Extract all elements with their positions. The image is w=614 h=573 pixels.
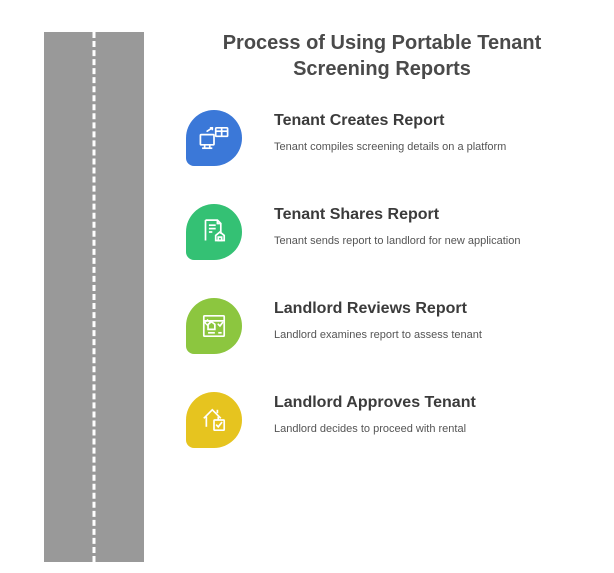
monitor-transfer-icon	[197, 121, 231, 155]
house-check-icon	[197, 403, 231, 437]
step-heading: Tenant Creates Report	[274, 112, 506, 130]
steps-list: Tenant Creates Report Tenant compiles sc…	[170, 110, 594, 448]
road-graphic	[44, 32, 144, 562]
content-area: Process of Using Portable Tenant Screeni…	[170, 30, 594, 448]
step-item: Landlord Reviews Report Landlord examine…	[186, 298, 594, 354]
step-badge	[186, 298, 242, 354]
step-description: Landlord decides to proceed with rental	[274, 422, 476, 437]
step-text: Tenant Creates Report Tenant compiles sc…	[274, 110, 506, 155]
step-item: Landlord Approves Tenant Landlord decide…	[186, 392, 594, 448]
step-heading: Landlord Reviews Report	[274, 300, 482, 318]
step-badge	[186, 392, 242, 448]
document-house-icon	[197, 215, 231, 249]
step-description: Tenant compiles screening details on a p…	[274, 140, 506, 155]
step-badge	[186, 204, 242, 260]
step-description: Landlord examines report to assess tenan…	[274, 328, 482, 343]
step-badge	[186, 110, 242, 166]
step-item: Tenant Creates Report Tenant compiles sc…	[186, 110, 594, 166]
step-text: Landlord Reviews Report Landlord examine…	[274, 298, 482, 343]
step-description: Tenant sends report to landlord for new …	[274, 234, 520, 249]
step-heading: Landlord Approves Tenant	[274, 394, 476, 412]
step-text: Tenant Shares Report Tenant sends report…	[274, 204, 520, 249]
step-heading: Tenant Shares Report	[274, 206, 520, 224]
report-checklist-icon	[197, 309, 231, 343]
page-title: Process of Using Portable Tenant Screeni…	[170, 30, 594, 82]
step-item: Tenant Shares Report Tenant sends report…	[186, 204, 594, 260]
step-text: Landlord Approves Tenant Landlord decide…	[274, 392, 476, 437]
